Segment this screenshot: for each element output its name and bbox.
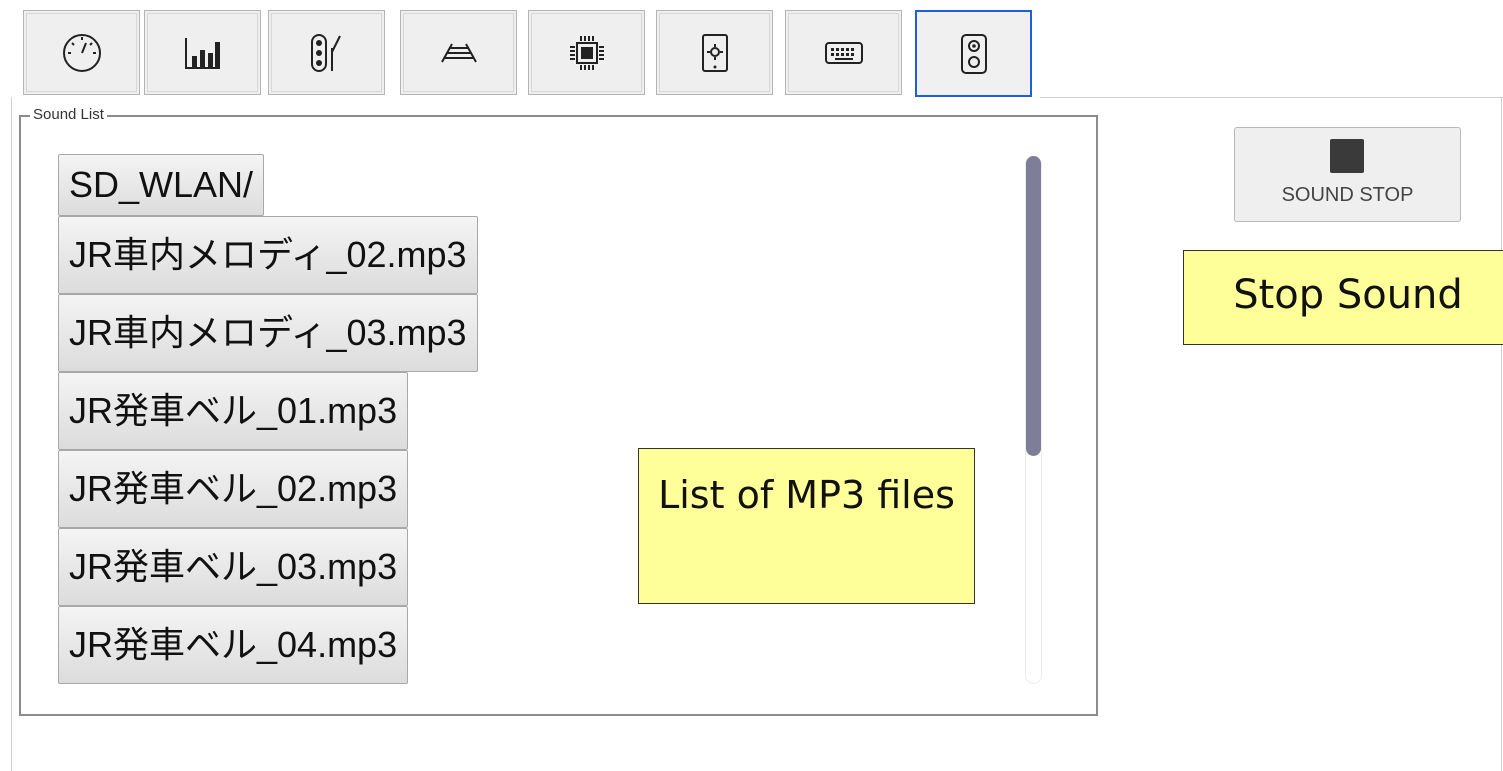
speedometer-icon (62, 33, 101, 72)
tab-speedometer[interactable] (23, 10, 140, 95)
sound-file-item[interactable]: JR発車ベル_04.mp3 (58, 606, 409, 684)
tab-tablet-settings[interactable] (656, 10, 773, 95)
sound-file-item[interactable]: JR発車ベル_02.mp3 (58, 450, 409, 528)
tab-signal[interactable] (268, 10, 385, 95)
chip-icon (569, 35, 604, 70)
list-scrollbar-thumb[interactable] (1026, 156, 1041, 456)
track-icon (440, 43, 477, 62)
sound-stop-label: SOUND STOP (1281, 184, 1414, 206)
panel-border-left (11, 97, 12, 771)
panel-border-top (1040, 97, 1503, 98)
tab-keyboard[interactable] (785, 10, 902, 95)
tab-chip[interactable] (528, 10, 645, 95)
tablet-settings-icon (701, 33, 728, 72)
tab-bar-chart[interactable] (144, 10, 261, 95)
sound-file-item[interactable]: JR発車ベル_01.mp3 (58, 372, 409, 450)
signal-switch-icon (310, 33, 341, 72)
folder-item[interactable]: SD_WLAN/ (58, 154, 265, 216)
mp3-list-callout: List of MP3 files (638, 448, 975, 604)
speaker-icon (960, 33, 987, 74)
sound-file-item[interactable]: JR発車ベル_03.mp3 (58, 528, 409, 606)
sound-file-item[interactable]: JR車内メロディ_03.mp3 (58, 294, 478, 372)
bar-chart-icon (184, 37, 220, 69)
sound-file-item[interactable]: JR車内メロディ_02.mp3 (58, 216, 478, 294)
sound-file-list[interactable]: SD_WLAN/ JR車内メロディ_02.mp3 JR車内メロディ_03.mp3… (58, 154, 1038, 684)
sound-list-legend: Sound List (30, 106, 107, 123)
stop-sound-callout: Stop Sound (1183, 250, 1503, 345)
tab-track[interactable] (400, 10, 517, 95)
stop-icon (1330, 139, 1364, 173)
tab-speaker[interactable] (915, 10, 1032, 97)
tab-bar (0, 0, 1503, 97)
keyboard-icon (824, 41, 863, 64)
panel-border-right (1501, 97, 1502, 771)
